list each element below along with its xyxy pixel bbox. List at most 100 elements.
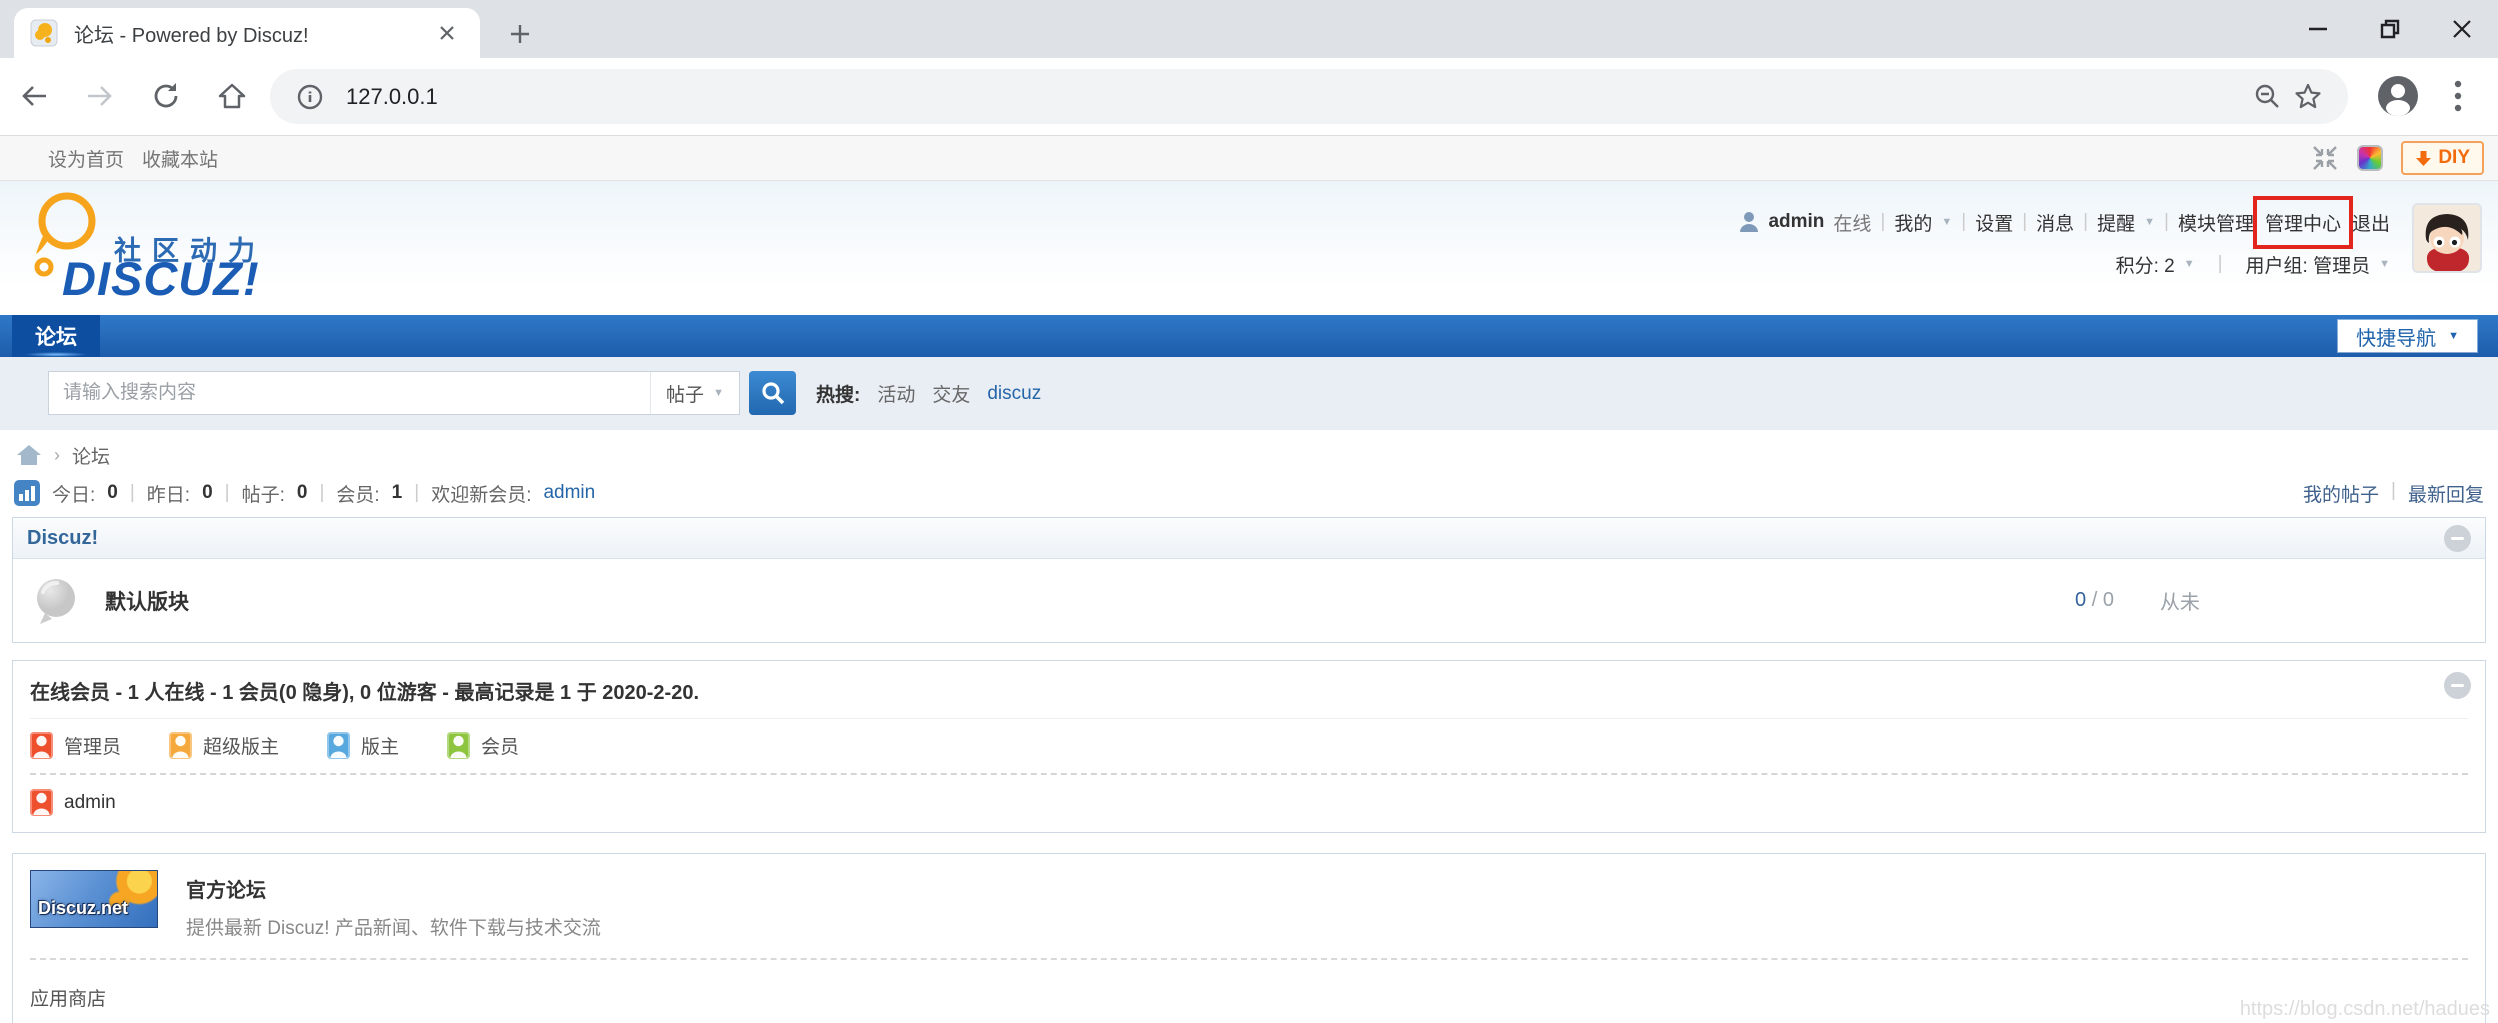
menu-messages[interactable]: 消息 xyxy=(2036,209,2074,236)
forward-icon[interactable] xyxy=(80,76,120,116)
forum-posts-count: 0 xyxy=(2102,589,2114,611)
window-close-icon[interactable] xyxy=(2426,0,2498,58)
stat-posts-value: 0 xyxy=(296,482,308,503)
chevron-down-icon[interactable]: ▼ xyxy=(2379,258,2390,270)
discuz-net-logo[interactable]: Discuz.net xyxy=(30,870,158,928)
chevron-down-icon[interactable]: ▼ xyxy=(1941,216,1952,228)
online-member-link[interactable]: admin xyxy=(64,792,116,814)
browser-menu-icon[interactable] xyxy=(2438,76,2478,116)
menu-module-admin[interactable]: 模块管理 xyxy=(2178,209,2254,236)
category-title[interactable]: Discuz! xyxy=(27,527,98,550)
stat-posts-label: 帖子: xyxy=(241,484,285,506)
chevron-down-icon[interactable]: ▼ xyxy=(2184,258,2195,270)
menu-settings[interactable]: 设置 xyxy=(1975,209,2013,236)
my-posts-link[interactable]: 我的帖子 xyxy=(2303,480,2379,507)
window-minimize-icon[interactable] xyxy=(2282,0,2354,58)
stat-today-value: 0 xyxy=(107,482,118,503)
stat-members-label: 会员: xyxy=(336,484,380,506)
nav-tab-forum[interactable]: 论坛 xyxy=(12,315,100,357)
stats-bar: 今日: 0 | 昨日: 0 | 帖子: 0 | 会员: 1 | 欢迎新会员: a… xyxy=(14,476,2484,510)
legend-moderator: 版主 xyxy=(327,732,399,759)
username-link[interactable]: admin xyxy=(1768,211,1824,233)
user-info: admin 在线 | 我的 ▼ | 设置 | 消息 | 提醒 ▼ | 模块管理 … xyxy=(1739,195,2390,281)
chevron-down-icon: ▼ xyxy=(2448,330,2459,342)
new-tab-button[interactable] xyxy=(498,12,542,56)
stat-members-value: 1 xyxy=(391,482,403,503)
url-text[interactable]: 127.0.0.1 xyxy=(346,84,2248,110)
favicon-discuz-icon xyxy=(30,19,58,47)
back-icon[interactable] xyxy=(14,76,54,116)
main-navbar: 论坛 快捷导航 ▼ xyxy=(0,315,2498,357)
tab-close-icon[interactable] xyxy=(430,16,464,50)
promo-box: Discuz.net 官方论坛 提供最新 Discuz! 产品新闻、软件下载与技… xyxy=(12,853,2486,1023)
legend-super-moderator: 超级版主 xyxy=(169,732,279,759)
forum-topics-count: 0 xyxy=(2075,589,2087,611)
menu-logout[interactable]: 退出 xyxy=(2352,209,2390,236)
window-controls xyxy=(2282,0,2498,58)
site-header: 社区动力 DISCUZ! admin 在线 | 我的 ▼ | 设置 | 消息 |… xyxy=(0,181,2498,315)
legend-admin: 管理员 xyxy=(30,732,121,759)
forum-name-link[interactable]: 默认版块 xyxy=(105,586,189,616)
page-info-icon[interactable] xyxy=(290,77,330,117)
stat-today-label: 今日: xyxy=(52,484,96,506)
browser-profile-icon[interactable] xyxy=(2376,74,2420,118)
menu-reminders[interactable]: 提醒 xyxy=(2097,209,2135,236)
bookmark-star-icon[interactable] xyxy=(2288,77,2328,117)
official-forum-text: 官方论坛 提供最新 Discuz! 产品新闻、软件下载与技术交流 xyxy=(186,870,601,940)
collapse-category-icon[interactable] xyxy=(2444,524,2471,552)
user-stats-row: 积分: 2 ▼ | 用户组: 管理员 ▼ xyxy=(1739,247,2390,281)
hot-link-friends[interactable]: 交友 xyxy=(932,380,970,407)
forum-lastpost: 从未 xyxy=(2159,592,2200,614)
credits-dropdown[interactable]: 积分: 2 xyxy=(2116,251,2175,278)
site-top-strip: 设为首页 收藏本站 DIY xyxy=(0,136,2498,181)
admin-group-icon xyxy=(30,789,53,816)
menu-admin-center-highlighted[interactable]: 管理中心 xyxy=(2252,195,2354,249)
stat-yesterday-value: 0 xyxy=(202,482,213,503)
collapse-layout-icon[interactable] xyxy=(2311,144,2339,172)
forum-bubble-icon[interactable] xyxy=(31,576,79,626)
user-menu-row: admin 在线 | 我的 ▼ | 设置 | 消息 | 提醒 ▼ | 模块管理 … xyxy=(1739,195,2390,249)
browser-tab[interactable]: 论坛 - Powered by Discuz! xyxy=(14,8,480,58)
stat-welcome-label: 欢迎新会员: xyxy=(431,484,532,506)
breadcrumb-forum[interactable]: 论坛 xyxy=(72,442,110,469)
collapse-online-icon[interactable] xyxy=(2444,672,2471,699)
online-members-box: 在线会员 - 1 人在线 - 1 会员(0 隐身), 0 位游客 - 最高记录是… xyxy=(12,660,2486,833)
hot-link-discuz[interactable]: discuz xyxy=(987,383,1041,405)
latest-reply-link[interactable]: 最新回复 xyxy=(2408,480,2484,507)
user-icon xyxy=(1739,211,1759,233)
search-input[interactable] xyxy=(49,372,650,414)
legend-member: 会员 xyxy=(447,732,519,759)
diy-button[interactable]: DIY xyxy=(2401,141,2484,175)
page-content: › 论坛 今日: 0 | 昨日: 0 | 帖子: 0 | 会员: 1 | 欢迎新… xyxy=(0,430,2498,1023)
app-store-link[interactable]: 应用商店 xyxy=(30,960,2468,1023)
search-button[interactable] xyxy=(749,371,796,415)
breadcrumb: › 论坛 xyxy=(16,439,2482,471)
address-bar[interactable]: 127.0.0.1 xyxy=(270,69,2348,124)
theme-palette-icon[interactable] xyxy=(2357,145,2384,171)
avatar[interactable] xyxy=(2412,203,2482,273)
search-box: 帖子 ▼ xyxy=(48,371,740,415)
search-strip: 帖子 ▼ 热搜: 活动 交友 discuz xyxy=(0,357,2498,430)
hot-link-activity[interactable]: 活动 xyxy=(877,380,915,407)
member-group-icon xyxy=(447,732,471,759)
window-restore-icon[interactable] xyxy=(2354,0,2426,58)
home-icon[interactable] xyxy=(212,76,252,116)
quick-nav-button[interactable]: 快捷导航 ▼ xyxy=(2338,320,2477,352)
search-type-dropdown[interactable]: 帖子 ▼ xyxy=(650,372,739,414)
category-header: Discuz! xyxy=(13,518,2485,559)
breadcrumb-home-icon[interactable] xyxy=(16,443,42,467)
search-icon xyxy=(761,382,784,405)
official-forum-title[interactable]: 官方论坛 xyxy=(186,870,601,903)
chevron-down-icon: ▼ xyxy=(713,387,724,399)
discuz-logo[interactable]: 社区动力 DISCUZ! xyxy=(22,189,362,309)
newest-member-link[interactable]: admin xyxy=(543,482,595,504)
bookmark-site-link[interactable]: 收藏本站 xyxy=(142,145,218,172)
zoom-indicator-icon[interactable] xyxy=(2248,77,2288,117)
set-homepage-link[interactable]: 设为首页 xyxy=(48,145,124,172)
forum-counts: 0 / 0 xyxy=(2075,589,2114,611)
chevron-down-icon[interactable]: ▼ xyxy=(2144,216,2155,228)
menu-my[interactable]: 我的 xyxy=(1894,209,1932,236)
online-member-row: admin xyxy=(30,775,2468,832)
reload-icon[interactable] xyxy=(146,76,186,116)
usergroup-dropdown[interactable]: 用户组: 管理员 xyxy=(2246,251,2371,278)
